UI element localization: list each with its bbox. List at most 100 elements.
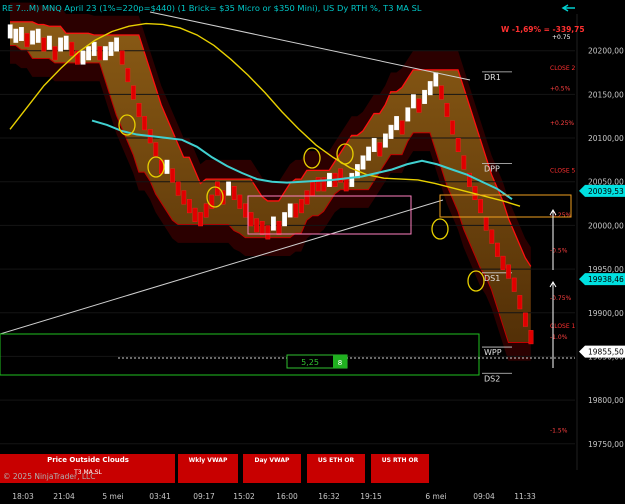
renko-brick — [142, 116, 147, 131]
renko-brick — [69, 41, 75, 56]
renko-brick — [500, 255, 506, 270]
renko-brick — [175, 181, 181, 196]
renko-brick — [371, 137, 377, 152]
renko-brick — [63, 35, 69, 50]
level-label-wpp: WPP — [484, 348, 502, 357]
btn-day-vwap-label: Day VWAP — [255, 457, 290, 464]
btn-wkly-vwap-label: Wkly VWAP — [189, 457, 228, 464]
pct-label: +0.25% — [550, 120, 574, 127]
x-tick-label: 6 mei — [425, 492, 446, 501]
renko-brick — [506, 264, 511, 279]
renko-brick — [164, 159, 170, 174]
renko-brick — [523, 312, 528, 327]
renko-brick — [198, 212, 203, 227]
renko-brick — [265, 225, 271, 240]
btn-us-eth-or-label: US ETH OR — [318, 457, 355, 464]
renko-brick — [19, 27, 24, 42]
renko-brick — [299, 199, 304, 214]
renko-brick — [483, 216, 489, 231]
renko-brick — [24, 33, 30, 48]
level-label-dr1: DR1 — [484, 73, 501, 82]
renko-brick — [517, 295, 523, 310]
renko-brick — [360, 155, 366, 170]
renko-brick — [422, 89, 427, 104]
renko-brick — [528, 330, 534, 345]
renko-brick — [186, 199, 192, 214]
pct-label: +0.5% — [550, 85, 571, 92]
renko-brick — [495, 242, 500, 257]
renko-brick — [125, 68, 131, 83]
renko-brick — [310, 181, 315, 196]
level-label-dpp: DPP — [484, 165, 500, 174]
x-tick-label: 16:32 — [318, 492, 340, 501]
y-tick-label: 19950,00 — [588, 265, 624, 274]
pct-label: -1.5% — [550, 428, 568, 435]
copyright-text: © 2025 NinjaTrader, LLC — [3, 472, 95, 481]
btn-price-outside-clouds-label: Price Outside Clouds — [47, 456, 129, 464]
renko-brick — [405, 107, 411, 122]
renko-brick — [433, 72, 439, 87]
renko-brick — [226, 181, 231, 196]
renko-brick — [52, 46, 58, 61]
renko-brick — [7, 24, 13, 39]
renko-brick — [450, 120, 455, 135]
x-tick-label: 09:04 — [473, 492, 495, 501]
renko-brick — [399, 120, 405, 135]
renko-brick — [97, 46, 103, 61]
y-tick-label: 19900,00 — [588, 309, 624, 318]
renko-brick — [287, 203, 293, 218]
y-tick-label: 20150,00 — [588, 90, 624, 99]
pct-label: CLOSE 5 — [550, 167, 576, 174]
renko-brick — [276, 220, 282, 235]
x-tick-label: 15:02 — [233, 492, 255, 501]
renko-brick — [47, 35, 52, 50]
y-tick-label: 20100,00 — [588, 134, 624, 143]
renko-brick — [35, 28, 41, 43]
renko-brick — [383, 133, 388, 148]
renko-brick — [80, 50, 86, 65]
renko-brick — [242, 203, 248, 218]
pnl-sub: +0.75 — [552, 34, 571, 41]
renko-brick — [203, 203, 209, 218]
renko-brick — [338, 168, 343, 183]
renko-brick — [248, 212, 254, 227]
renko-brick — [282, 212, 287, 227]
renko-brick — [114, 37, 120, 52]
y-tick-label: 20200,00 — [588, 47, 624, 56]
renko-brick — [30, 30, 35, 45]
x-tick-label: 21:04 — [53, 492, 75, 501]
renko-brick — [511, 277, 517, 292]
renko-brick — [293, 203, 299, 218]
x-tick-label: 5 mei — [102, 492, 123, 501]
renko-brick — [86, 46, 92, 61]
renko-brick — [254, 218, 259, 233]
renko-brick — [444, 103, 450, 118]
renko-brick — [136, 103, 142, 118]
btn-us-rth-or-label: US RTH OR — [382, 457, 419, 464]
chart-canvas[interactable]: DR1 DPP DS1 WPP DS2 CLOSE 2 +0.5% +0.25% CLOSE 5… — [0, 0, 625, 504]
y-tick-label: 20000,00 — [588, 221, 624, 230]
renko-brick — [343, 177, 349, 192]
x-tick-label: 19:15 — [360, 492, 382, 501]
level-label-ds1: DS1 — [484, 274, 500, 283]
renko-brick — [349, 172, 355, 187]
price-marker-label: 19938,46 — [588, 275, 624, 284]
chart-title: RE 7...M) MNQ April 23 (1%=220p=$440) (1… — [2, 3, 422, 13]
x-tick-label: 03:41 — [149, 492, 171, 501]
x-tick-label: 09:17 — [193, 492, 215, 501]
x-tick-label: 11:33 — [514, 492, 536, 501]
renko-brick — [41, 37, 47, 52]
renko-brick — [461, 155, 467, 170]
renko-brick — [58, 37, 64, 52]
renko-brick — [416, 98, 422, 113]
renko-brick — [119, 50, 125, 65]
renko-brick — [259, 220, 265, 235]
y-tick-label: 19750,00 — [588, 440, 624, 449]
renko-brick — [108, 41, 114, 56]
range-box-label: 5,25 — [301, 358, 319, 367]
price-marker-label: 19855,50 — [588, 348, 624, 357]
renko-brick — [91, 41, 97, 56]
renko-brick — [439, 85, 444, 100]
renko-brick — [388, 124, 394, 139]
pct-label: CLOSE 2 — [550, 65, 576, 72]
